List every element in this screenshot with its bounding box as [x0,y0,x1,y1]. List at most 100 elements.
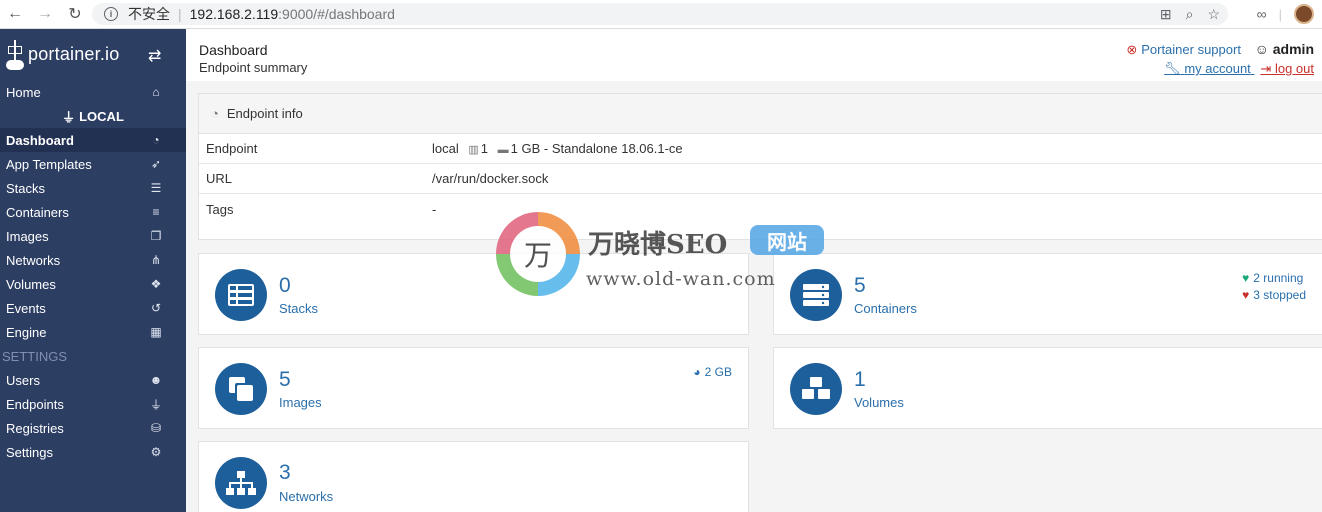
sidebar-item-home[interactable]: Home ⌂ [0,80,186,104]
sidebar-item-label: Stacks [6,180,46,196]
images-label: Images [279,395,322,410]
th-list-icon: ☰ [150,181,162,195]
sidebar-item-settings[interactable]: Settings ⚙ [0,440,186,464]
row-value: local ▥ 1 ▬ 1 GB - Standalone 18.06.1-ce [432,141,683,156]
sidebar-item-engine[interactable]: Engine ▦ [0,320,186,344]
sidebar: portainer.io ⇄ Home ⌂ ⏚ LOCAL Dashboard … [0,29,186,512]
sidebar-item-images[interactable]: Images ❐ [0,224,186,248]
sidebar-item-dashboard[interactable]: Dashboard ◔ [0,128,186,152]
history-icon: ↺ [150,301,162,315]
networks-card[interactable]: 3 Networks [198,441,749,512]
support-link[interactable]: ⊗ Portainer support [1126,42,1241,57]
exchange-icon[interactable]: ⇄ [148,46,161,66]
server-icon [790,269,842,321]
sidebar-item-label: Networks [6,252,61,268]
address-bar[interactable]: i 不安全 | 192.168.2.119:9000/#/dashboard ⊞… [92,3,1228,25]
cubes-icon [790,363,842,415]
sidebar-item-containers[interactable]: Containers ≡ [0,200,186,224]
security-label: 不安全 [128,6,170,22]
bookmark-star-icon[interactable]: ☆ [1207,6,1220,23]
sidebar-item-events[interactable]: Events ↺ [0,296,186,320]
row-value: - [432,201,437,217]
server-icon: ≡ [152,205,160,219]
sidebar-item-label: Engine [6,324,47,340]
sidebar-item-label: Endpoints [6,396,64,412]
running-status: ♥ 2 running [1242,271,1304,285]
sidebar-item-endpoints[interactable]: Endpoints ⏚ [0,392,186,416]
containers-card[interactable]: 5 Containers ♥ 2 running ♥ 3 stopped [773,253,1322,335]
row-key: URL [206,171,233,186]
sidebar-item-networks[interactable]: Networks ⋔ [0,248,186,272]
sidebar-item-label: Events [6,300,46,316]
stacks-label: Stacks [279,301,319,316]
table-row: Tags - [199,194,1322,224]
endpoint-info-panel: ◔ Endpoint info Endpoint local ▥ 1 ▬ 1 GB … [198,93,1322,240]
plug-icon: ⏚ [149,397,162,412]
images-card[interactable]: 5 Images ◕ 2 GB [198,347,749,429]
clone-icon: ❐ [150,229,162,243]
sidebar-item-stacks[interactable]: Stacks ☰ [0,176,186,200]
endpoint-name: local [432,141,459,156]
url-separator: | [178,6,182,22]
images-count: 5 [279,368,291,391]
panel-title: Endpoint info [226,106,303,121]
sidebar-item-label: Containers [6,204,69,220]
sidebar-item-label: Images [6,228,49,244]
endpoint-heading: ⏚ LOCAL [0,104,186,128]
microchip-icon: ▥ [468,144,479,156]
forward-button[interactable]: → [30,0,60,28]
heartbeat-icon: ♥ [1242,288,1250,302]
sitemap-icon [215,457,267,509]
extension-icon[interactable]: ∞ [1257,6,1267,22]
sidebar-item-users[interactable]: Users ☻ [0,368,186,392]
my-account-link[interactable]: 🔧︎ my account [1164,61,1254,76]
sidebar-item-volumes[interactable]: Volumes ❖ [0,272,186,296]
page-title: Dashboard [199,42,268,58]
sidebar-logo[interactable]: portainer.io ⇄ [0,29,186,80]
times-circle-icon: ⊗ [1126,42,1138,57]
sidebar-item-label: Volumes [6,276,56,292]
tachometer-icon: ◔ [211,106,219,121]
heartbeat-icon: ♥ [1242,271,1250,285]
sign-out-icon: ⇥ [1260,61,1272,76]
url-host: 192.168.2.119 [189,6,279,22]
panel-heading: ◔ Endpoint info [199,94,1322,134]
user-circle-icon: ☺ [1254,41,1269,57]
volumes-card[interactable]: 1 Volumes [773,347,1322,429]
containers-label: Containers [854,301,917,316]
translate-icon[interactable]: ⊞ [1160,6,1172,23]
th-icon: ▦ [150,325,162,339]
sidebar-item-registries[interactable]: Registries ⛁ [0,416,186,440]
endpoint-name: LOCAL [79,108,124,124]
page-subtitle: Endpoint summary [199,60,308,75]
profile-avatar[interactable] [1294,4,1314,24]
stacks-card[interactable]: 0 Stacks [198,253,749,335]
database-icon: ⛁ [150,421,162,435]
user-name: ☺ admin [1254,41,1314,57]
reload-button[interactable]: ↻ [60,0,90,28]
zoom-icon[interactable]: ⌕ [1186,6,1194,23]
logout-link[interactable]: ⇥ log out [1260,61,1314,76]
info-icon[interactable]: i [104,7,118,21]
stacks-icon [215,269,267,321]
home-icon: ⌂ [152,85,160,99]
wrench-icon: 🔧︎ [1164,61,1181,76]
sidebar-item-app-templates[interactable]: App Templates ➶ [0,152,186,176]
rocket-icon: ➶ [150,157,162,171]
volumes-count: 1 [854,368,866,391]
row-key: Tags [206,201,234,217]
sidebar-item-label: Settings [6,444,53,460]
browser-toolbar: ← → ↻ i 不安全 | 192.168.2.119:9000/#/dashb… [0,0,1322,29]
images-size: ◕ 2 GB [693,365,732,379]
settings-heading: SETTINGS [2,348,68,364]
clone-icon [215,363,267,415]
sidebar-item-label: Home [6,84,41,100]
cubes-icon: ❖ [150,277,162,291]
portainer-logo-icon [6,39,26,70]
containers-count: 5 [854,274,866,297]
row-key: Endpoint [206,141,258,156]
tachometer-icon: ◔ [152,133,160,147]
back-button[interactable]: ← [0,0,30,28]
memory-icon: ▬ [497,144,509,156]
sidebar-item-label: Dashboard [6,132,74,148]
